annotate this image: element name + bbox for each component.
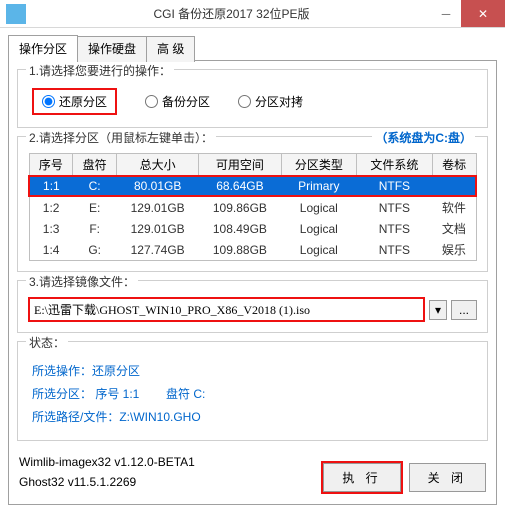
- tab-advanced[interactable]: 高 级: [146, 36, 195, 62]
- th-letter: 盘符: [73, 154, 117, 177]
- image-path-input[interactable]: [28, 297, 425, 322]
- system-disk-note: （系统盘为C:盘）: [372, 129, 475, 146]
- table-row[interactable]: 1:1C:80.01GB68.64GBPrimaryNTFS: [29, 176, 476, 196]
- legend-partition: 2.请选择分区（用鼠标左键单击）：: [26, 129, 216, 146]
- th-total: 总大小: [117, 154, 199, 177]
- window-title: CGI 备份还原2017 32位PE版: [32, 5, 431, 22]
- status-op: 所选操作：还原分区: [32, 360, 473, 383]
- radio-restore-wrap: 还原分区: [32, 88, 117, 115]
- status-path: 所选路径/文件：Z:\WIN10.GHO: [32, 406, 473, 429]
- radio-backup[interactable]: [145, 95, 158, 108]
- partition-table[interactable]: 序号 盘符 总大小 可用空间 分区类型 文件系统 卷标 1:1C:80.01GB…: [28, 153, 477, 261]
- radio-restore-label: 还原分区: [59, 93, 107, 110]
- execute-button[interactable]: 执 行: [323, 463, 400, 492]
- radio-copy[interactable]: [238, 95, 251, 108]
- close-window-button[interactable]: ✕: [461, 0, 505, 27]
- legend-status: 状态：: [26, 334, 68, 351]
- version-wimlib: Wimlib-imagex32 v1.12.0-BETA1: [19, 453, 315, 472]
- close-button[interactable]: 关 闭: [409, 463, 486, 492]
- th-type: 分区类型: [281, 154, 357, 177]
- chevron-down-icon[interactable]: ▾: [429, 300, 447, 320]
- table-row[interactable]: 1:2E:129.01GB109.86GBLogicalNTFS软件: [29, 196, 476, 218]
- radio-copy-label: 分区对拷: [255, 93, 303, 110]
- radio-restore[interactable]: [42, 95, 55, 108]
- table-row[interactable]: 1:4G:127.74GB109.88GBLogicalNTFS娱乐: [29, 239, 476, 261]
- legend-image: 3.请选择镜像文件：: [26, 273, 138, 290]
- status-part: 所选分区： 序号 1:1: [32, 387, 139, 401]
- group-partition: 2.请选择分区（用鼠标左键单击）： （系统盘为C:盘） 序号 盘符 总大小 可用…: [17, 136, 488, 272]
- version-ghost: Ghost32 v11.5.1.2269: [19, 473, 315, 492]
- minimize-button[interactable]: ─: [431, 0, 461, 27]
- group-status: 状态： 所选操作：还原分区 所选分区： 序号 1:1 盘符 C: 所选路径/文件…: [17, 341, 488, 441]
- th-fs: 文件系统: [357, 154, 433, 177]
- group-image: 3.请选择镜像文件： ▾ ...: [17, 280, 488, 333]
- browse-button[interactable]: ...: [451, 300, 477, 320]
- radio-backup-label: 备份分区: [162, 93, 210, 110]
- legend-operation: 1.请选择您要进行的操作：: [26, 62, 174, 79]
- group-operation: 1.请选择您要进行的操作： 还原分区 备份分区 分区对拷: [17, 69, 488, 128]
- th-label: 卷标: [432, 154, 476, 177]
- tab-disk[interactable]: 操作硬盘: [77, 36, 147, 62]
- app-icon: [6, 4, 26, 24]
- tab-partition[interactable]: 操作分区: [8, 35, 78, 61]
- th-free: 可用空间: [199, 154, 281, 177]
- th-index: 序号: [29, 154, 73, 177]
- table-row[interactable]: 1:3F:129.01GB108.49GBLogicalNTFS文档: [29, 218, 476, 239]
- status-letter: 盘符 C:: [166, 387, 205, 401]
